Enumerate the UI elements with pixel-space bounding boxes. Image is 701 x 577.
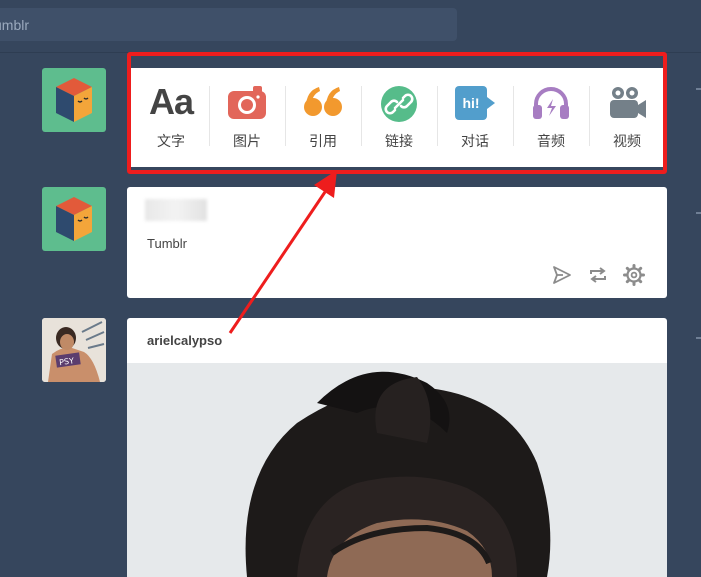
compose-label: 文字: [157, 134, 185, 150]
quote-icon: [304, 87, 342, 116]
scroll-marker: [696, 88, 701, 90]
compose-audio-button[interactable]: 音频: [513, 68, 589, 167]
camera-icon: [228, 86, 266, 119]
post-avatar-arielcalypso[interactable]: PSY: [42, 318, 106, 382]
reblog-icon[interactable]: [587, 264, 609, 286]
video-camera-icon: [610, 87, 646, 118]
compose-chat-button[interactable]: hi! 对话: [437, 68, 513, 167]
post-type-composer: Aa 文字 图片 引用 链接 hi! 对话 音频 视频: [127, 68, 667, 167]
compose-label: 图片: [233, 134, 261, 150]
post-image: [127, 363, 667, 577]
compose-label: 链接: [385, 134, 413, 150]
compose-label: 对话: [461, 134, 489, 150]
compose-label: 音频: [537, 134, 565, 150]
post-avatar-tumblr[interactable]: [42, 187, 106, 251]
blurred-username: [145, 199, 207, 221]
headphones-icon: [533, 87, 569, 119]
scroll-marker: [696, 337, 701, 339]
post-photo[interactable]: [127, 363, 667, 577]
compose-label: 视频: [613, 134, 641, 150]
scroll-marker: [696, 212, 701, 214]
compose-video-button[interactable]: 视频: [589, 68, 665, 167]
gear-icon[interactable]: [623, 264, 645, 286]
compose-photo-button[interactable]: 图片: [209, 68, 285, 167]
text-icon: Aa: [148, 81, 194, 122]
compose-link-button[interactable]: 链接: [361, 68, 437, 167]
post-card: Tumblr: [127, 187, 667, 298]
user-avatar[interactable]: [42, 68, 106, 132]
link-icon: [381, 86, 417, 122]
search-input[interactable]: [0, 8, 434, 41]
post-card: arielcalypso: [127, 318, 667, 577]
post-text: Tumblr: [147, 236, 187, 251]
cube-avatar-icon: [56, 197, 92, 241]
compose-text-button[interactable]: Aa 文字: [133, 68, 209, 167]
post-blog-name[interactable]: arielcalypso: [147, 333, 222, 348]
top-navigation-bar: [0, 0, 701, 53]
profile-photo-image: PSY: [42, 318, 106, 382]
search-box[interactable]: [0, 8, 457, 41]
send-icon[interactable]: [551, 264, 573, 286]
chat-icon: hi!: [455, 86, 495, 120]
compose-label: 引用: [309, 134, 337, 150]
compose-quote-button[interactable]: 引用: [285, 68, 361, 167]
cube-avatar-icon: [56, 78, 92, 122]
